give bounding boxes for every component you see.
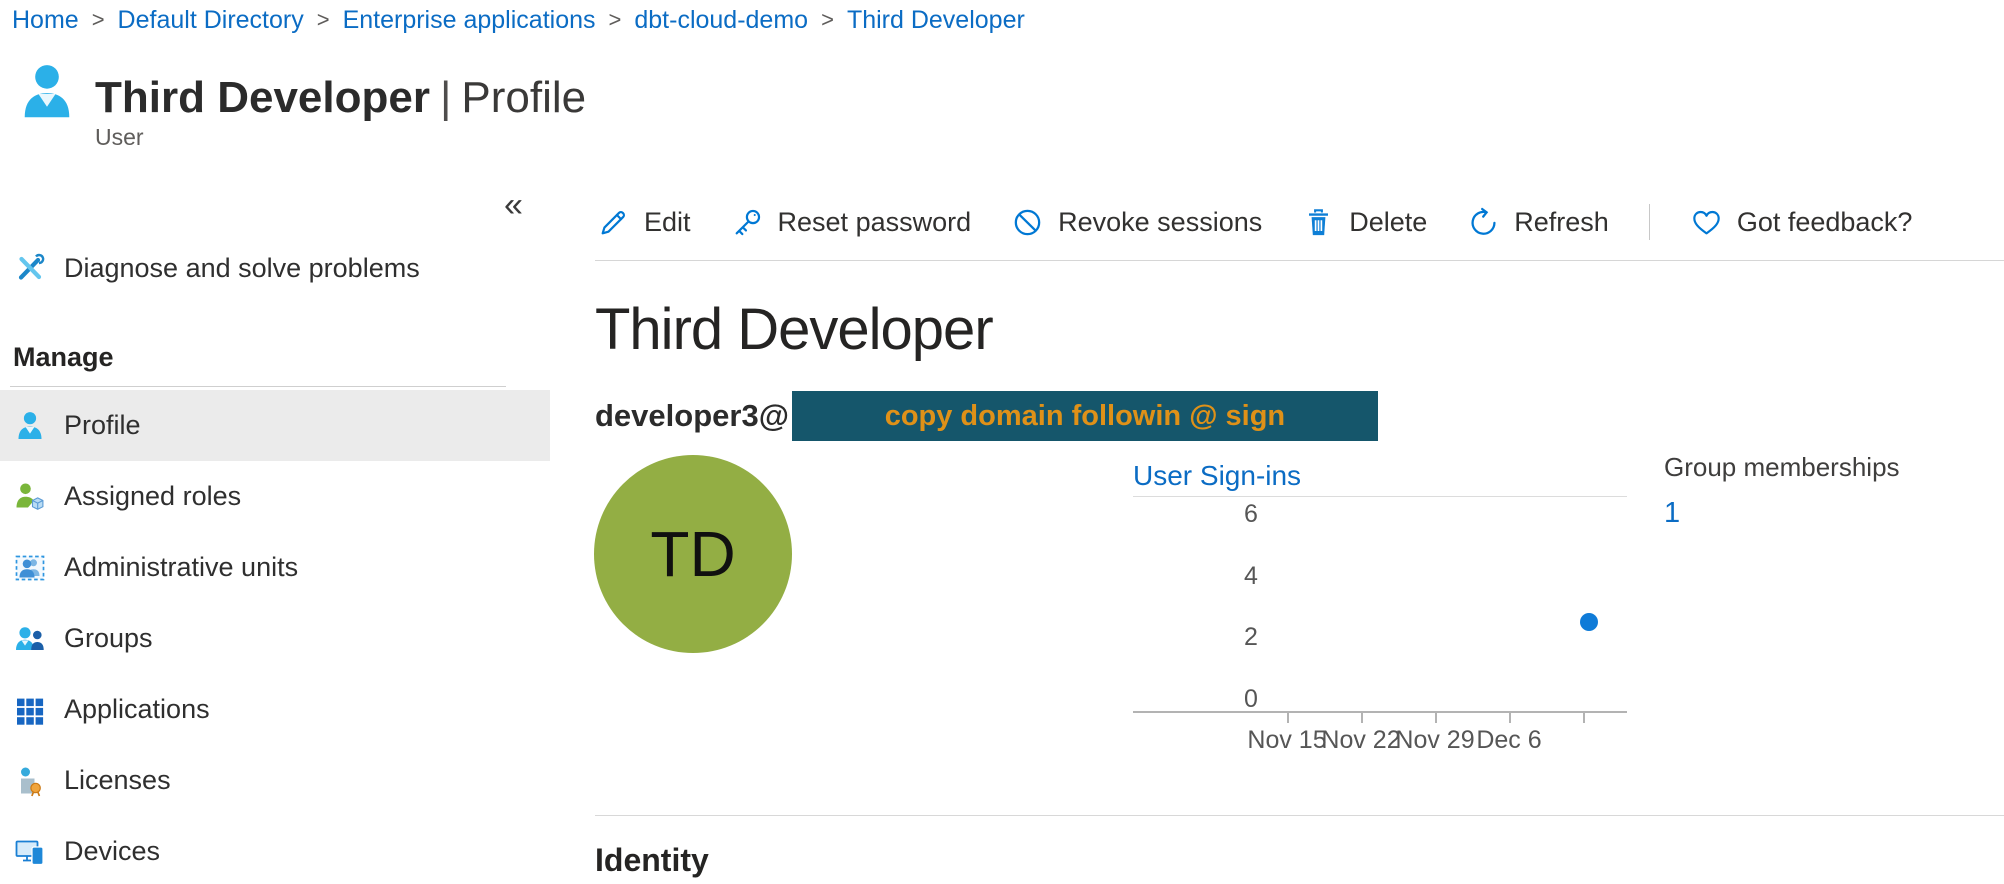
page-title-separator: | xyxy=(440,73,451,122)
licenses-icon xyxy=(14,765,46,797)
sidebar-item-label: Administrative units xyxy=(64,552,298,583)
sidebar-item-profile[interactable]: Profile xyxy=(0,390,550,461)
sidebar-item-assigned-roles[interactable]: Assigned roles xyxy=(0,461,550,532)
got-feedback-button[interactable]: Got feedback? xyxy=(1690,206,1913,239)
x-axis-tick-mark xyxy=(1583,713,1585,723)
sidebar-item-label: Applications xyxy=(64,694,210,725)
sidebar-item-devices[interactable]: Devices xyxy=(0,816,550,884)
devices-icon xyxy=(14,836,46,868)
avatar-initials: TD xyxy=(650,517,735,591)
sidebar-item-label: Licenses xyxy=(64,765,171,796)
toolbar-button-label: Refresh xyxy=(1514,207,1609,238)
chart-x-axis xyxy=(1133,711,1627,713)
page-title: Third Developer|Profile xyxy=(95,73,586,123)
heart-icon xyxy=(1690,206,1723,239)
y-axis-tick-label: 4 xyxy=(1221,562,1281,590)
toolbar-divider xyxy=(1649,204,1650,240)
breadcrumb-separator: > xyxy=(821,7,834,33)
revoke-sessions-button[interactable]: Revoke sessions xyxy=(1011,206,1262,239)
breadcrumb-separator: > xyxy=(317,7,330,33)
signin-chart: User Sign-ins 6420Nov 15Nov 22Nov 29Dec … xyxy=(1133,460,1627,775)
sidebar-section-manage: Manage xyxy=(13,342,114,373)
redaction-label: copy domain followin @ sign xyxy=(885,400,1285,433)
signin-data-point xyxy=(1580,613,1598,631)
sidebar-item-diagnose-and-solve-problems[interactable]: Diagnose and solve problems xyxy=(0,240,550,296)
sidebar-item-applications[interactable]: Applications xyxy=(0,674,550,745)
breadcrumb-link-home[interactable]: Home xyxy=(12,6,79,35)
groups-icon xyxy=(14,623,46,655)
pencil-icon xyxy=(597,206,630,239)
identity-section-heading: Identity xyxy=(595,842,709,879)
profile-icon xyxy=(14,410,46,442)
breadcrumb: Home > Default Directory > Enterprise applic… xyxy=(12,6,1025,35)
x-axis-tick-mark xyxy=(1509,713,1511,723)
x-axis-tick-mark xyxy=(1287,713,1289,723)
refresh-button[interactable]: Refresh xyxy=(1467,206,1609,239)
x-axis-tick-mark xyxy=(1361,713,1363,723)
content-divider xyxy=(595,815,2004,816)
command-bar: Edit Reset password Revoke sessions Delete R… xyxy=(597,196,1952,248)
toolbar-button-label: Delete xyxy=(1349,207,1427,238)
breadcrumb-link-enterprise-applications[interactable]: Enterprise applications xyxy=(343,6,596,35)
sidebar-item-groups[interactable]: Groups xyxy=(0,603,550,674)
sidebar-item-label: Assigned roles xyxy=(64,481,241,512)
breadcrumb-link-dbt-cloud-demo[interactable]: dbt-cloud-demo xyxy=(634,6,808,35)
edit-button[interactable]: Edit xyxy=(597,206,691,239)
admin-units-icon xyxy=(14,552,46,584)
sidebar-item-administrative-units[interactable]: Administrative units xyxy=(0,532,550,603)
trash-icon xyxy=(1302,206,1335,239)
y-axis-tick-label: 2 xyxy=(1221,623,1281,651)
command-bar-divider xyxy=(595,260,2004,261)
page-title-name: Third Developer xyxy=(95,73,430,122)
sidebar-item-label: Groups xyxy=(64,623,153,654)
assigned-roles-icon xyxy=(14,481,46,513)
key-icon xyxy=(731,206,764,239)
sidebar-item-label: Diagnose and solve problems xyxy=(64,253,420,284)
breadcrumb-separator: > xyxy=(609,7,622,33)
sidebar-collapse-button[interactable]: « xyxy=(496,184,531,227)
sidebar-section-divider xyxy=(10,386,506,387)
y-axis-tick-label: 0 xyxy=(1221,685,1281,713)
sidebar-item-licenses[interactable]: Licenses xyxy=(0,745,550,816)
x-axis-tick-mark xyxy=(1435,713,1437,723)
group-memberships-count-link[interactable]: 1 xyxy=(1664,497,1680,530)
email-prefix: developer3@ xyxy=(595,398,789,434)
user-display-name: Third Developer xyxy=(595,296,993,363)
toolbar-button-label: Revoke sessions xyxy=(1058,207,1262,238)
sidebar-item-label: Profile xyxy=(64,410,141,441)
page-title-section: Profile xyxy=(461,73,586,122)
x-axis-tick-label: Dec 6 xyxy=(1459,726,1559,755)
refresh-icon xyxy=(1467,206,1500,239)
reset-password-button[interactable]: Reset password xyxy=(731,206,972,239)
avatar: TD xyxy=(594,455,792,653)
toolbar-button-label: Edit xyxy=(644,207,691,238)
redaction-overlay: copy domain followin @ sign xyxy=(792,391,1378,441)
breadcrumb-link-default-directory[interactable]: Default Directory xyxy=(118,6,304,35)
azure-portal-page: Home > Default Directory > Enterprise applic… xyxy=(0,0,2004,884)
delete-button[interactable]: Delete xyxy=(1302,206,1427,239)
sidebar-item-label: Devices xyxy=(64,836,160,867)
group-memberships-block: Group memberships 1 xyxy=(1664,452,1900,530)
applications-icon xyxy=(14,694,46,726)
user-avatar-icon xyxy=(16,54,78,130)
breadcrumb-link-third-developer[interactable]: Third Developer xyxy=(847,6,1025,35)
group-memberships-label: Group memberships xyxy=(1664,452,1900,483)
toolbar-button-label: Reset password xyxy=(778,207,972,238)
user-principal-name-row: developer3@ copy domain followin @ sign xyxy=(595,390,1378,442)
y-axis-tick-label: 6 xyxy=(1221,500,1281,528)
page-subtitle: User xyxy=(95,124,144,151)
toolbar-button-label: Got feedback? xyxy=(1737,207,1913,238)
block-icon xyxy=(1011,206,1044,239)
breadcrumb-separator: > xyxy=(92,7,105,33)
chart-title-divider xyxy=(1133,496,1627,497)
user-sign-ins-link[interactable]: User Sign-ins xyxy=(1133,460,1301,492)
diagnose-icon xyxy=(14,252,46,284)
